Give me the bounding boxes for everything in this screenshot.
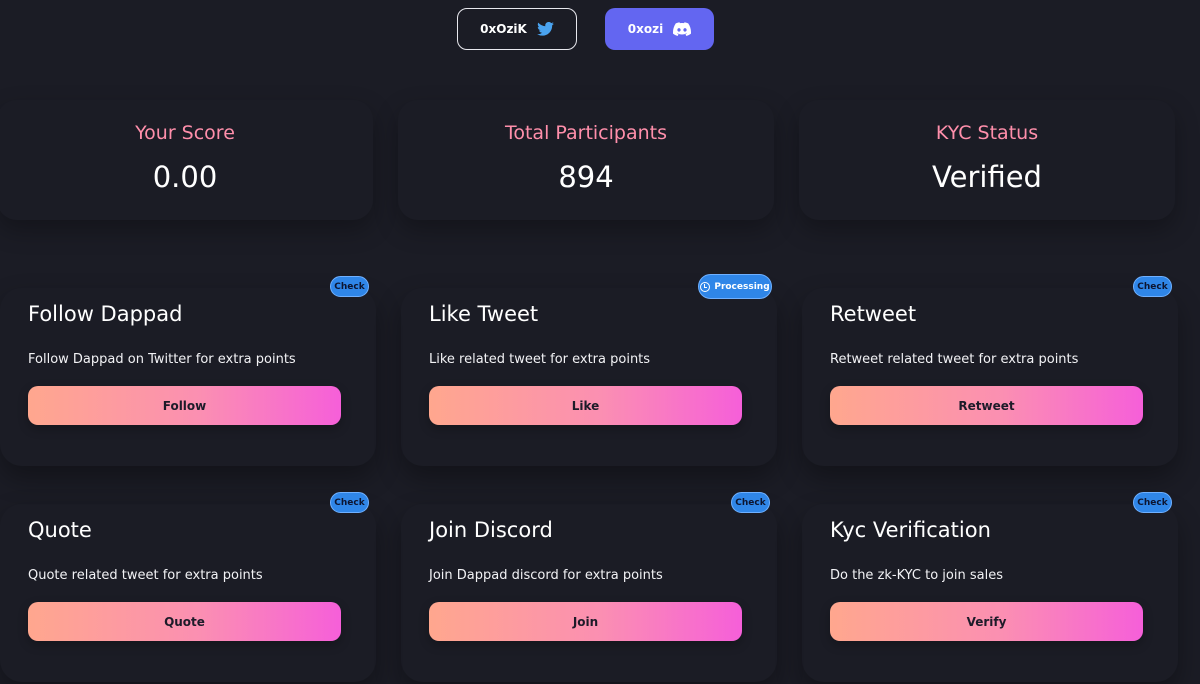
task-description: Quote related tweet for extra points	[28, 568, 263, 583]
task-title: Follow Dappad	[28, 302, 183, 326]
task-description: Retweet related tweet for extra points	[830, 352, 1079, 367]
task-title: Quote	[28, 518, 92, 542]
stat-label: KYC Status	[935, 122, 1039, 144]
discord-handle: 0xozi	[627, 22, 664, 36]
task-card-like: Processing Like Tweet Like related tweet…	[401, 274, 777, 466]
clock-icon	[700, 281, 711, 292]
join-button[interactable]: Join	[429, 602, 742, 641]
task-card-kyc-verification: Check Kyc Verification Do the zk-KYC to …	[802, 492, 1178, 682]
task-title: Like Tweet	[429, 302, 539, 326]
task-card-quote: Check Quote Quote related tweet for extr…	[0, 492, 376, 682]
processing-badge[interactable]: Processing	[698, 274, 772, 299]
task-description: Do the zk-KYC to join sales	[830, 568, 1003, 583]
stat-value: Verified	[932, 160, 1042, 194]
follow-button[interactable]: Follow	[28, 386, 341, 425]
check-badge[interactable]: Check	[330, 276, 369, 297]
task-description: Join Dappad discord for extra points	[429, 568, 663, 583]
stat-value: 0.00	[152, 160, 218, 194]
check-badge[interactable]: Check	[330, 492, 369, 513]
stat-card-participants: Total Participants 894	[398, 100, 774, 220]
twitter-handle: 0xOziK	[480, 22, 527, 36]
twitter-account-button[interactable]: 0xOziK	[457, 8, 577, 50]
verify-button[interactable]: Verify	[830, 602, 1143, 641]
task-title: Join Discord	[429, 518, 553, 542]
stat-value: 894	[558, 160, 614, 194]
stat-card-score: Your Score 0.00	[0, 100, 373, 220]
discord-account-button[interactable]: 0xozi	[605, 8, 714, 50]
check-badge[interactable]: Check	[1133, 492, 1172, 513]
discord-icon	[673, 22, 692, 36]
social-accounts: 0xOziK 0xozi	[457, 8, 714, 50]
task-description: Follow Dappad on Twitter for extra point…	[28, 352, 296, 367]
processing-label: Processing	[714, 281, 770, 292]
twitter-bird-icon	[536, 22, 554, 36]
retweet-button[interactable]: Retweet	[830, 386, 1143, 425]
stat-card-kyc-status: KYC Status Verified	[799, 100, 1175, 220]
stat-label: Total Participants	[504, 122, 668, 144]
task-description: Like related tweet for extra points	[429, 352, 651, 367]
check-badge[interactable]: Check	[1133, 276, 1172, 297]
task-card-retweet: Check Retweet Retweet related tweet for …	[802, 276, 1178, 466]
task-card-follow: Check Follow Dappad Follow Dappad on Twi…	[0, 276, 376, 466]
task-title: Retweet	[830, 302, 917, 326]
quest-page: 0xOziK 0xozi Your Score 0.00 Total Parti…	[0, 0, 1200, 684]
like-button[interactable]: Like	[429, 386, 742, 425]
task-title: Kyc Verification	[830, 518, 991, 542]
stat-label: Your Score	[135, 122, 235, 144]
quote-button[interactable]: Quote	[28, 602, 341, 641]
task-card-join-discord: Check Join Discord Join Dappad discord f…	[401, 492, 777, 682]
check-badge[interactable]: Check	[731, 492, 770, 513]
